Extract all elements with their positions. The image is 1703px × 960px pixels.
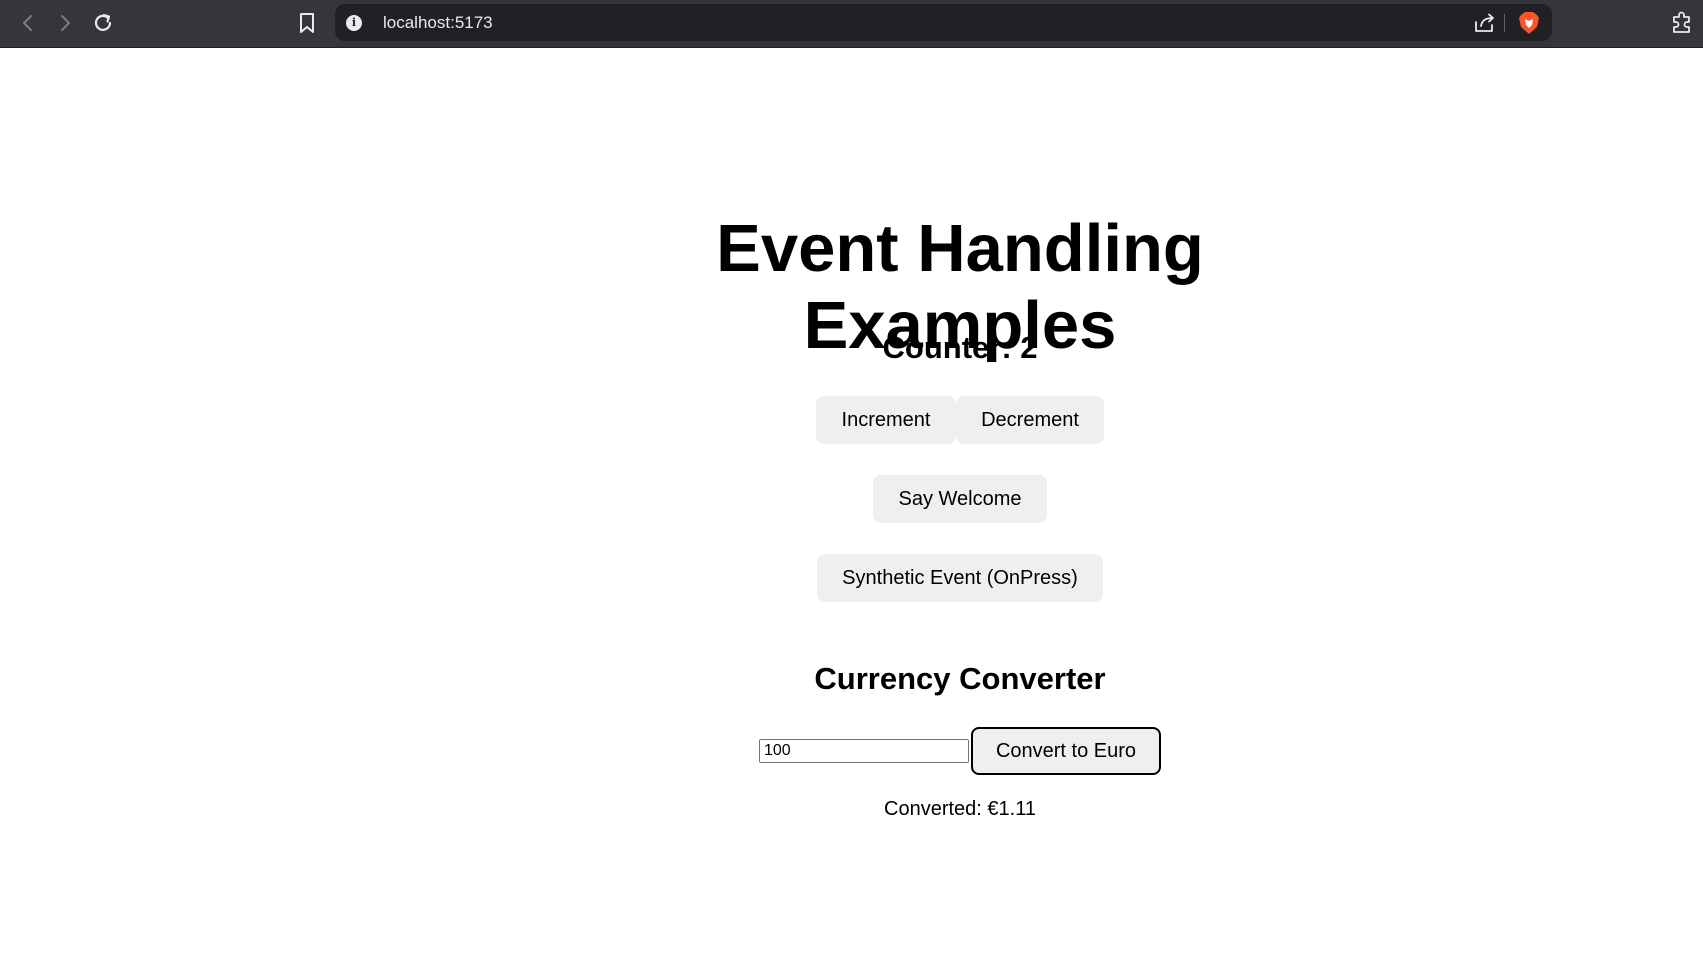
site-info-icon[interactable]: i <box>346 15 362 31</box>
bookmark-button[interactable] <box>292 8 322 38</box>
amount-input[interactable] <box>759 739 969 763</box>
url-text[interactable]: localhost:5173 <box>383 4 493 41</box>
back-button[interactable] <box>13 8 43 38</box>
currency-converter-heading: Currency Converter <box>814 661 1106 696</box>
reload-icon <box>92 12 114 34</box>
decrement-button[interactable]: Decrement <box>956 396 1104 444</box>
forward-button[interactable] <box>50 8 80 38</box>
counter-display: Counter: 2 <box>882 330 1038 365</box>
app-root: Event Handling Examples Counter: 2 Incre… <box>560 48 1360 948</box>
synthetic-event-button[interactable]: Synthetic Event (OnPress) <box>817 554 1103 602</box>
converted-result: Converted: €1.11 <box>884 798 1036 820</box>
forward-icon <box>57 14 73 32</box>
say-welcome-button[interactable]: Say Welcome <box>873 475 1047 523</box>
increment-button[interactable]: Increment <box>816 396 956 444</box>
address-bar[interactable]: i localhost:5173 <box>335 4 1552 41</box>
bookmark-icon <box>298 12 316 34</box>
browser-toolbar: i localhost:5173 <box>0 0 1703 48</box>
extensions-icon[interactable] <box>1669 9 1695 35</box>
reload-button[interactable] <box>88 8 118 38</box>
convert-to-euro-button[interactable]: Convert to Euro <box>971 727 1161 775</box>
brave-shield-icon[interactable] <box>1518 11 1540 35</box>
share-icon[interactable] <box>1474 13 1496 33</box>
page-viewport: Event Handling Examples Counter: 2 Incre… <box>0 48 1703 960</box>
address-divider <box>1504 14 1505 32</box>
back-icon <box>20 14 36 32</box>
